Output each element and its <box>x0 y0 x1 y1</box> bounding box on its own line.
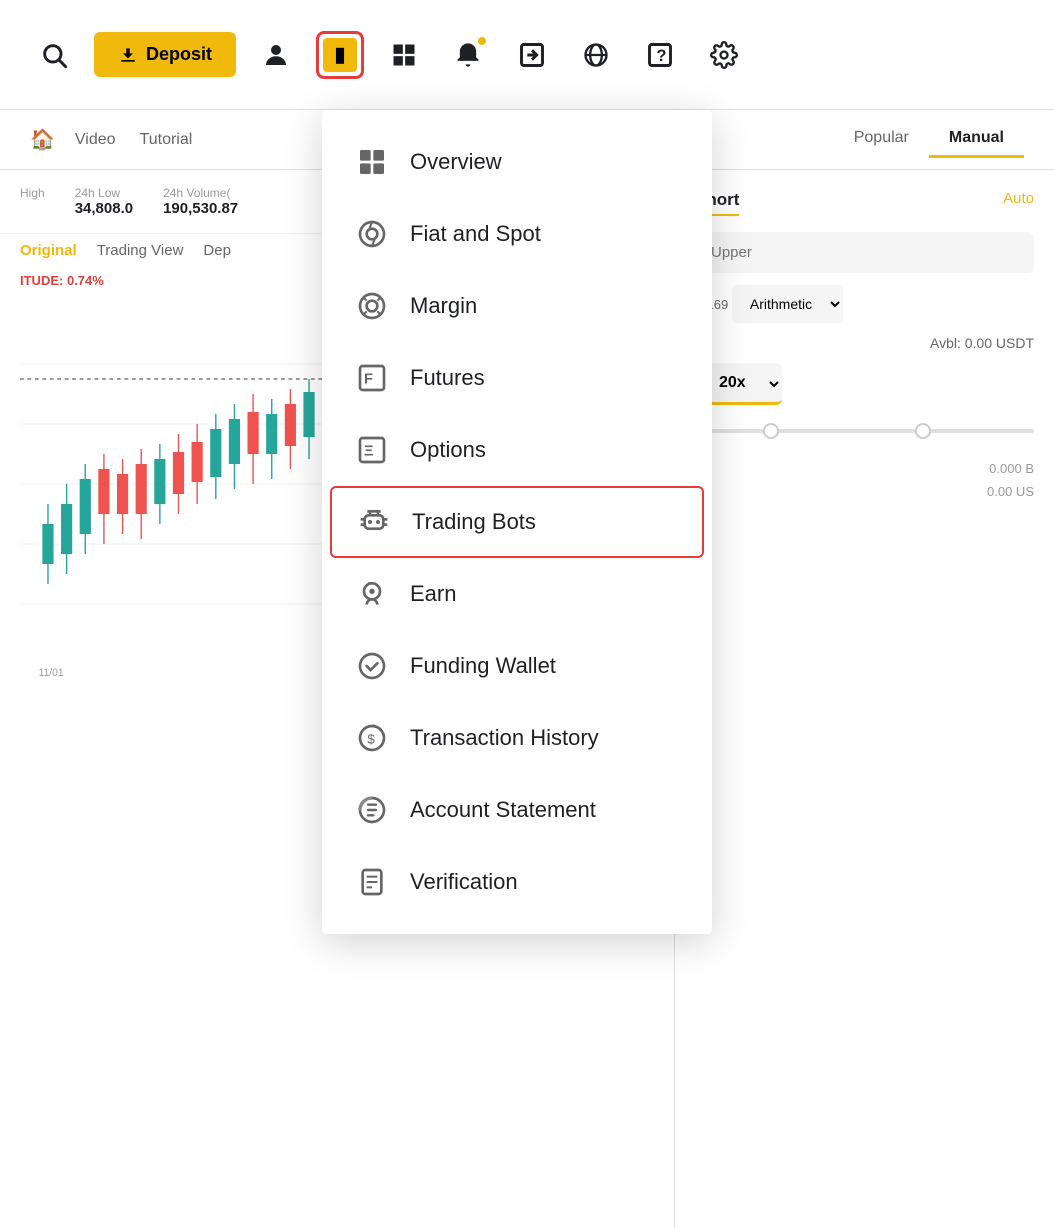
svg-text:$: $ <box>367 731 375 746</box>
range-label: 2-169 Arithmetic <box>695 285 1034 323</box>
bell-icon[interactable] <box>444 31 492 79</box>
right-tabs: Popular Manual <box>834 121 1024 158</box>
transfer-icon[interactable] <box>508 31 556 79</box>
short-long-tabs: Short Auto <box>695 190 1034 216</box>
fiat-icon <box>354 216 390 252</box>
top-bar: Deposit ▮ <box>0 0 1054 110</box>
account-statement-icon <box>354 792 390 828</box>
verification-label: Verification <box>410 869 518 895</box>
auto-label[interactable]: Auto <box>1003 190 1034 216</box>
wallet-icon[interactable]: ▮ <box>316 31 364 79</box>
futures-label: Futures <box>410 365 485 391</box>
upper-input-row <box>695 232 1034 273</box>
menu-item-overview[interactable]: Overview <box>322 126 712 198</box>
transaction-history-icon: $ <box>354 720 390 756</box>
globe-icon[interactable] <box>572 31 620 79</box>
profile-icon[interactable] <box>252 31 300 79</box>
account-statement-label: Account Statement <box>410 797 596 823</box>
margin-icon <box>354 288 390 324</box>
funding-wallet-icon <box>354 648 390 684</box>
menu-item-margin[interactable]: Margin <box>322 270 712 342</box>
chart-tab-tradingview[interactable]: Trading View <box>97 242 184 259</box>
amplitude-value: 0.74% <box>67 273 104 288</box>
menu-item-futures[interactable]: F Futures <box>322 342 712 414</box>
nav-tutorial[interactable]: Tutorial <box>140 131 193 149</box>
menu-item-options[interactable]: Ξ Options <box>322 414 712 486</box>
trading-bots-icon <box>356 504 392 540</box>
menu-item-earn[interactable]: Earn <box>322 558 712 630</box>
tab-popular[interactable]: Popular <box>834 121 929 158</box>
chart-tab-dep[interactable]: Dep <box>203 242 231 259</box>
low-value: 34,808.0 <box>75 200 133 217</box>
chart-tab-original[interactable]: Original <box>20 242 77 259</box>
transaction-history-label: Transaction History <box>410 725 599 751</box>
options-label: Options <box>410 437 486 463</box>
volume-label: 24h Volume( <box>163 186 238 200</box>
overview-icon <box>354 144 390 180</box>
amplitude-label: ITUDE: <box>20 273 63 288</box>
balance1: 0.000 B <box>695 457 1034 480</box>
upper-input[interactable] <box>695 232 1034 273</box>
settings-icon[interactable] <box>700 31 748 79</box>
balance2: 0.00 US <box>695 480 1034 503</box>
menu-item-funding-wallet[interactable]: Funding Wallet <box>322 630 712 702</box>
slider-row[interactable] <box>695 421 1034 441</box>
menu-item-account-statement[interactable]: Account Statement <box>322 774 712 846</box>
stat-high: High <box>20 186 45 217</box>
funding-wallet-label: Funding Wallet <box>410 653 556 679</box>
low-label: 24h Low <box>75 186 133 200</box>
wallet-icon-inner: ▮ <box>323 38 357 72</box>
high-label: High <box>20 186 45 200</box>
help-icon[interactable]: ? <box>636 31 684 79</box>
svg-text:?: ? <box>657 46 667 64</box>
deposit-label: Deposit <box>146 44 212 65</box>
earn-icon <box>354 576 390 612</box>
avbl-row: Avbl: 0.00 USDT <box>695 335 1034 351</box>
svg-text:F: F <box>364 371 373 387</box>
nav-links: Video Tutorial <box>75 131 192 149</box>
balance-rows: 0.000 B 0.00 US <box>695 457 1034 504</box>
top-bar-left: Deposit ▮ <box>30 31 1024 79</box>
earn-label: Earn <box>410 581 456 607</box>
wallet-dropdown-menu: Overview Fiat and Spot Margin <box>322 110 712 934</box>
overview-label: Overview <box>410 149 502 175</box>
deposit-button[interactable]: Deposit <box>94 32 236 77</box>
right-panel: Short Auto 2-169 Arithmetic Avbl: 0.00 U… <box>674 170 1054 1228</box>
arithmetic-select[interactable]: Arithmetic <box>732 285 843 323</box>
futures-icon: F <box>354 360 390 396</box>
margin-label: Margin <box>410 293 477 319</box>
fiat-spot-label: Fiat and Spot <box>410 221 541 247</box>
svg-text:11/01: 11/01 <box>39 667 64 679</box>
menu-item-fiat-spot[interactable]: Fiat and Spot <box>322 198 712 270</box>
search-icon[interactable] <box>30 31 78 79</box>
options-icon: Ξ <box>354 432 390 468</box>
menu-item-verification[interactable]: Verification <box>322 846 712 918</box>
stat-volume: 24h Volume( 190,530.87 <box>163 186 238 217</box>
leverage-row: 20x <box>695 363 1034 405</box>
nav-video[interactable]: Video <box>75 131 116 149</box>
slider-thumb-left[interactable] <box>763 423 779 439</box>
stat-low: 24h Low 34,808.0 <box>75 186 133 217</box>
volume-value: 190,530.87 <box>163 200 238 217</box>
home-icon[interactable]: 🏠 <box>30 127 55 152</box>
svg-text:Ξ: Ξ <box>364 443 373 459</box>
verification-icon <box>354 864 390 900</box>
menu-item-transaction-history[interactable]: $ Transaction History <box>322 702 712 774</box>
slider-thumb-right[interactable] <box>915 423 931 439</box>
notification-dot <box>478 37 486 45</box>
trading-bots-label: Trading Bots <box>412 509 536 535</box>
portfolio-icon[interactable] <box>380 31 428 79</box>
menu-item-trading-bots[interactable]: Trading Bots <box>330 486 704 558</box>
slider-track <box>695 429 1034 433</box>
tab-manual[interactable]: Manual <box>929 121 1024 158</box>
